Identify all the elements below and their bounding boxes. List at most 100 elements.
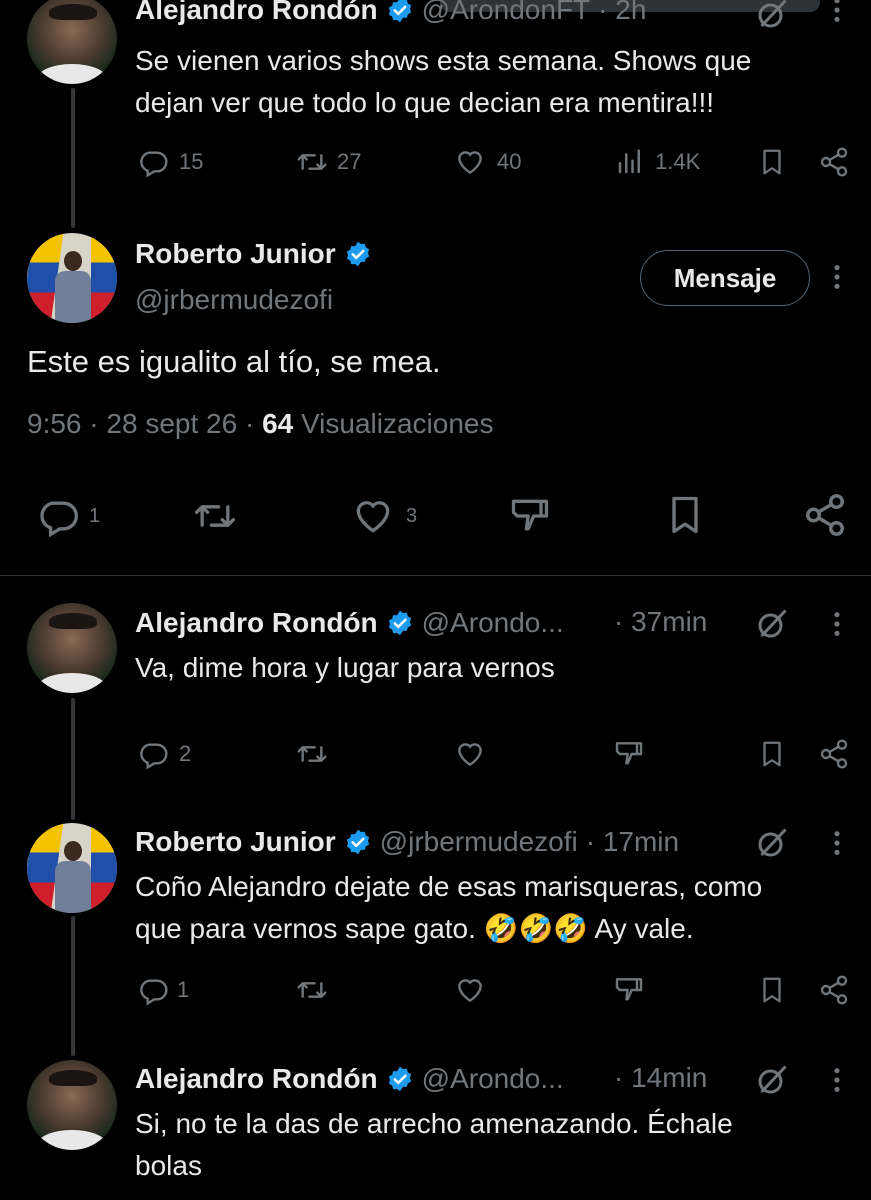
reply-count: 1 (89, 504, 101, 527)
tweet-1-header: Alejandro Rondón @ArondonFT · 2h (135, 0, 646, 30)
share-icon[interactable] (818, 738, 850, 770)
bookmark-icon[interactable] (663, 492, 707, 538)
avatar-alejandro[interactable] (27, 1060, 117, 1150)
grok-icon[interactable] (754, 0, 790, 32)
dislike-icon[interactable] (506, 494, 554, 538)
like-icon (453, 146, 487, 178)
verified-icon (386, 0, 414, 24)
tweet-time: · 37min (614, 606, 708, 637)
tweet-text-line: Si, no te la das de arrecho amenazando. … (135, 1108, 733, 1139)
verified-icon (344, 828, 372, 856)
tweet-2-header: Roberto Junior (135, 238, 372, 270)
grok-icon[interactable] (754, 1062, 790, 1098)
user-handle[interactable]: @Arondo... (422, 1063, 564, 1095)
user-name[interactable]: Alejandro Rondón (135, 607, 378, 639)
user-name[interactable]: Roberto Junior (135, 826, 336, 858)
retweet-icon[interactable] (190, 494, 240, 538)
like-count: 40 (497, 149, 522, 174)
message-button-label: Mensaje (673, 262, 777, 293)
thread-line (71, 88, 75, 228)
retweet-icon[interactable] (295, 738, 329, 770)
tweet-text-part: Ay vale. (588, 913, 694, 944)
reply-icon (137, 974, 169, 1006)
like-button[interactable]: 40 (453, 146, 521, 178)
tweet-text-part: que para vernos sape gato. (135, 913, 484, 944)
more-icon[interactable] (833, 0, 841, 24)
reply-icon (137, 146, 169, 178)
tweet-time: · 17min (585, 826, 680, 857)
share-icon[interactable] (818, 146, 850, 178)
avatar-alejandro[interactable] (27, 603, 117, 693)
view-label[interactable]: Visualizaciones (301, 408, 494, 439)
views-button[interactable]: 1.4K (615, 146, 700, 178)
tweet-text-line: Coño Alejandro dejate de esas marisquera… (135, 871, 763, 902)
divider (0, 575, 871, 576)
verified-icon (344, 240, 372, 268)
emoji-laughing: 🤣🤣🤣 (483, 913, 589, 944)
bookmark-icon[interactable] (757, 974, 787, 1006)
bookmark-icon[interactable] (757, 146, 787, 178)
verified-icon (386, 609, 414, 637)
user-name[interactable]: Roberto Junior (135, 238, 336, 270)
tweet-text-line: bolas (135, 1150, 202, 1181)
tweet-meta: 9:56 · 28 sept 26 · 64 Visualizaciones (27, 408, 494, 440)
reply-button[interactable]: 1 (35, 494, 100, 538)
user-handle[interactable]: @jrbermudezofi (380, 826, 578, 858)
tweet-text: Va, dime hora y lugar para vernos (135, 652, 555, 683)
reply-count: 2 (179, 741, 192, 766)
more-icon[interactable] (833, 1066, 841, 1094)
avatar-roberto[interactable] (27, 233, 117, 323)
avatar-alejandro[interactable] (27, 0, 117, 84)
tweet-text-line: dejan ver que todo lo que decian era men… (135, 87, 715, 118)
more-icon[interactable] (833, 610, 841, 638)
more-icon[interactable] (833, 829, 841, 857)
user-handle[interactable]: @jrbermudezofi (135, 284, 333, 316)
view-count: 64 (262, 408, 294, 439)
view-count: 1.4K (655, 149, 701, 174)
share-icon[interactable] (818, 974, 850, 1006)
like-icon (348, 494, 398, 538)
reply-icon (137, 738, 169, 770)
bookmark-icon[interactable] (757, 738, 787, 770)
tweet-time: · 2h (598, 0, 647, 25)
tweet-4-header: Roberto Junior @jrbermudezofi · 17min (135, 822, 679, 862)
thread-line (71, 916, 75, 1056)
tweet-text: Coño Alejandro dejate de esas marisquera… (135, 866, 762, 950)
user-handle[interactable]: @Arondo... (422, 607, 564, 639)
tweet-3-header: Alejandro Rondón @Arondo... (135, 603, 564, 643)
like-icon[interactable] (453, 974, 487, 1006)
retweet-count: 27 (337, 149, 362, 174)
tweet-text-line: Se vienen varios shows esta semana. Show… (135, 45, 752, 76)
tweet-text: Si, no te la das de arrecho amenazando. … (135, 1103, 733, 1187)
dislike-icon[interactable] (613, 738, 645, 770)
share-icon[interactable] (802, 492, 848, 538)
grok-icon[interactable] (754, 606, 790, 642)
reply-button[interactable]: 2 (137, 738, 191, 770)
tweet-time: 9:56 (27, 408, 82, 439)
dislike-icon[interactable] (613, 974, 645, 1006)
tweet-text: Este es igualito al tío, se mea. (27, 344, 441, 379)
tweet-time: · 14min (614, 1062, 708, 1093)
like-count: 3 (406, 504, 418, 527)
retweet-button[interactable]: 27 (295, 146, 361, 178)
thread-line (71, 698, 75, 820)
user-handle[interactable]: @ArondonFT (422, 0, 591, 26)
like-button[interactable]: 3 (348, 494, 417, 538)
retweet-icon[interactable] (295, 974, 329, 1006)
tweet-date: 28 sept 26 (106, 408, 238, 439)
user-name[interactable]: Alejandro Rondón (135, 0, 378, 26)
message-button[interactable]: Mensaje (640, 250, 810, 306)
reply-button[interactable]: 1 (137, 974, 189, 1006)
reply-button[interactable]: 15 (137, 146, 203, 178)
meta-separator: · (89, 408, 107, 439)
more-icon[interactable] (833, 263, 841, 291)
tweet-5-header: Alejandro Rondón @Arondo... (135, 1059, 564, 1099)
user-name[interactable]: Alejandro Rondón (135, 1063, 378, 1095)
grok-icon[interactable] (754, 825, 790, 861)
avatar-roberto[interactable] (27, 823, 117, 913)
views-icon (615, 146, 645, 178)
like-icon[interactable] (453, 738, 487, 770)
reply-count: 15 (179, 149, 204, 174)
tweet-text: Se vienen varios shows esta semana. Show… (135, 40, 751, 124)
verified-icon (386, 1065, 414, 1093)
